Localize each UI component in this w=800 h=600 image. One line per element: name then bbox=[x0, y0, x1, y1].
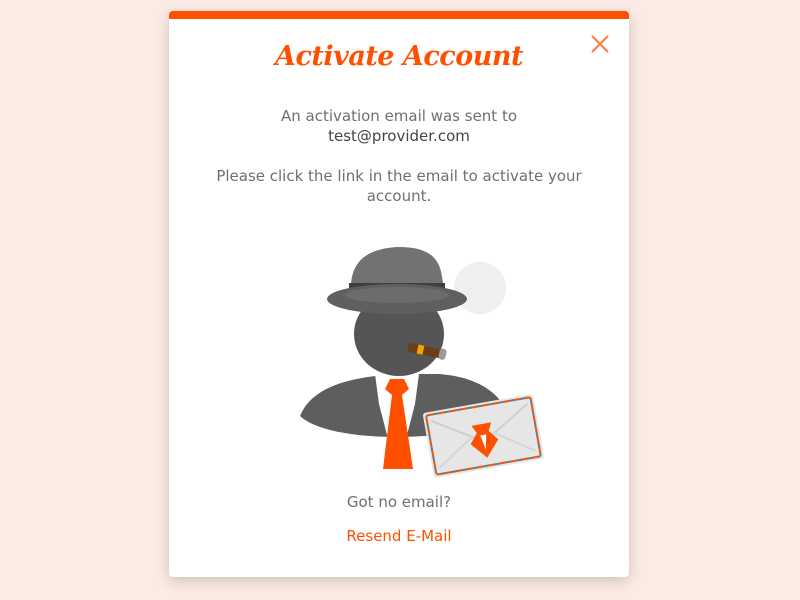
activate-account-dialog: Activate Account An activation email was… bbox=[169, 11, 629, 577]
dialog-title: Activate Account bbox=[275, 41, 523, 72]
email-address: test@provider.com bbox=[328, 127, 470, 145]
activation-instruction: Please click the link in the email to ac… bbox=[216, 167, 582, 205]
activation-message: An activation email was sent to bbox=[280, 107, 518, 125]
smoke-bubble bbox=[454, 262, 506, 314]
spy-envelope-illustration bbox=[300, 247, 544, 478]
dialog-accent-bar bbox=[169, 11, 629, 19]
resend-email-link[interactable]: Resend E-Mail bbox=[319, 527, 479, 545]
no-email-text: Got no email? bbox=[346, 493, 452, 511]
